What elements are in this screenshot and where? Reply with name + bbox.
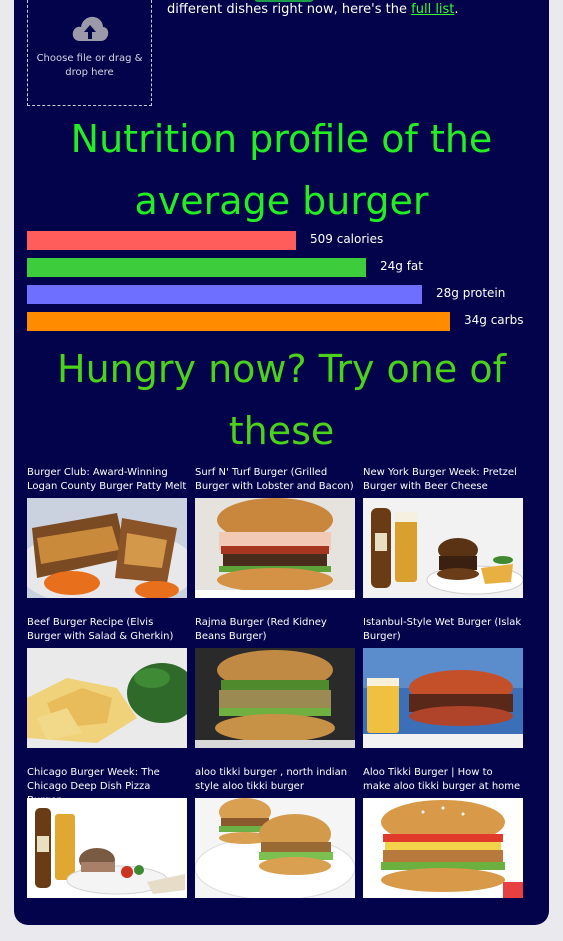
- recipe-title[interactable]: Burger Club: Award-Winning Logan County …: [27, 464, 187, 498]
- nutrition-bar: [27, 285, 422, 304]
- full-list-link[interactable]: full list: [411, 2, 454, 17]
- recipe-card[interactable]: aloo tikki burger , north indian style a…: [195, 764, 355, 898]
- rajma-burger-photo[interactable]: [195, 648, 355, 748]
- file-dropzone[interactable]: Choose file or drag & drop here: [27, 0, 152, 106]
- recipe-card[interactable]: Beef Burger Recipe (Elvis Burger with Sa…: [27, 614, 187, 748]
- nutrition-bar-label: 34g carbs: [464, 313, 524, 327]
- recipe-title[interactable]: Rajma Burger (Red Kidney Beans Burger): [195, 614, 355, 648]
- recipe-title[interactable]: aloo tikki burger , north indian style a…: [195, 764, 355, 798]
- cloud-upload-icon: [72, 16, 109, 41]
- main-card: Choose file or drag & drop here differen…: [14, 0, 549, 925]
- suggestions-heading: Hungry now? Try one of these: [57, 347, 506, 453]
- recipe-title[interactable]: Istanbul-Style Wet Burger (Islak Burger): [363, 614, 523, 648]
- recipe-card[interactable]: Surf N' Turf Burger (Grilled Burger with…: [195, 464, 355, 598]
- wet-burger-photo[interactable]: [363, 648, 523, 748]
- nutrition-bar-label: 24g fat: [380, 259, 423, 273]
- nutrition-heading: Nutrition profile of the average burger: [70, 117, 493, 223]
- recipe-card[interactable]: Istanbul-Style Wet Burger (Islak Burger): [363, 614, 523, 748]
- deep-dish-burger-photo[interactable]: [27, 798, 187, 898]
- intro-sentence: different dishes right now, here's the: [167, 2, 407, 17]
- dropzone-label: Choose file or drag & drop here: [36, 53, 143, 78]
- nutrition-bar: [27, 312, 450, 331]
- nutrition-bar: [27, 258, 366, 277]
- aloo-tikki-home-burger-photo[interactable]: [363, 798, 523, 898]
- intro-suffix: .: [454, 2, 459, 17]
- recipe-title[interactable]: Surf N' Turf Burger (Grilled Burger with…: [195, 464, 355, 498]
- recipe-card[interactable]: New York Burger Week: Pretzel Burger wit…: [363, 464, 523, 598]
- beef-burger-photo[interactable]: [27, 648, 187, 748]
- recipe-title[interactable]: Aloo Tikki Burger | How to make aloo tik…: [363, 764, 523, 798]
- recipe-card[interactable]: Chicago Burger Week: The Chicago Deep Di…: [27, 764, 187, 898]
- recipe-title[interactable]: Beef Burger Recipe (Elvis Burger with Sa…: [27, 614, 187, 648]
- aloo-tikki-burger-photo[interactable]: [195, 798, 355, 898]
- surf-turf-burger-photo[interactable]: [195, 498, 355, 598]
- intro-text: different dishes right now, here's the f…: [167, 2, 547, 17]
- patty-melt-photo[interactable]: [27, 498, 187, 598]
- recipe-title[interactable]: New York Burger Week: Pretzel Burger wit…: [363, 464, 523, 498]
- pretzel-burger-photo[interactable]: [363, 498, 523, 598]
- recipe-card[interactable]: Rajma Burger (Red Kidney Beans Burger): [195, 614, 355, 748]
- recipe-card[interactable]: Aloo Tikki Burger | How to make aloo tik…: [363, 764, 523, 898]
- recipe-card[interactable]: Burger Club: Award-Winning Logan County …: [27, 464, 187, 598]
- nutrition-bar-label: 509 calories: [310, 232, 384, 246]
- nutrition-bar: [27, 231, 296, 250]
- recipe-title[interactable]: Chicago Burger Week: The Chicago Deep Di…: [27, 764, 187, 798]
- nutrition-bar-label: 28g protein: [436, 286, 506, 300]
